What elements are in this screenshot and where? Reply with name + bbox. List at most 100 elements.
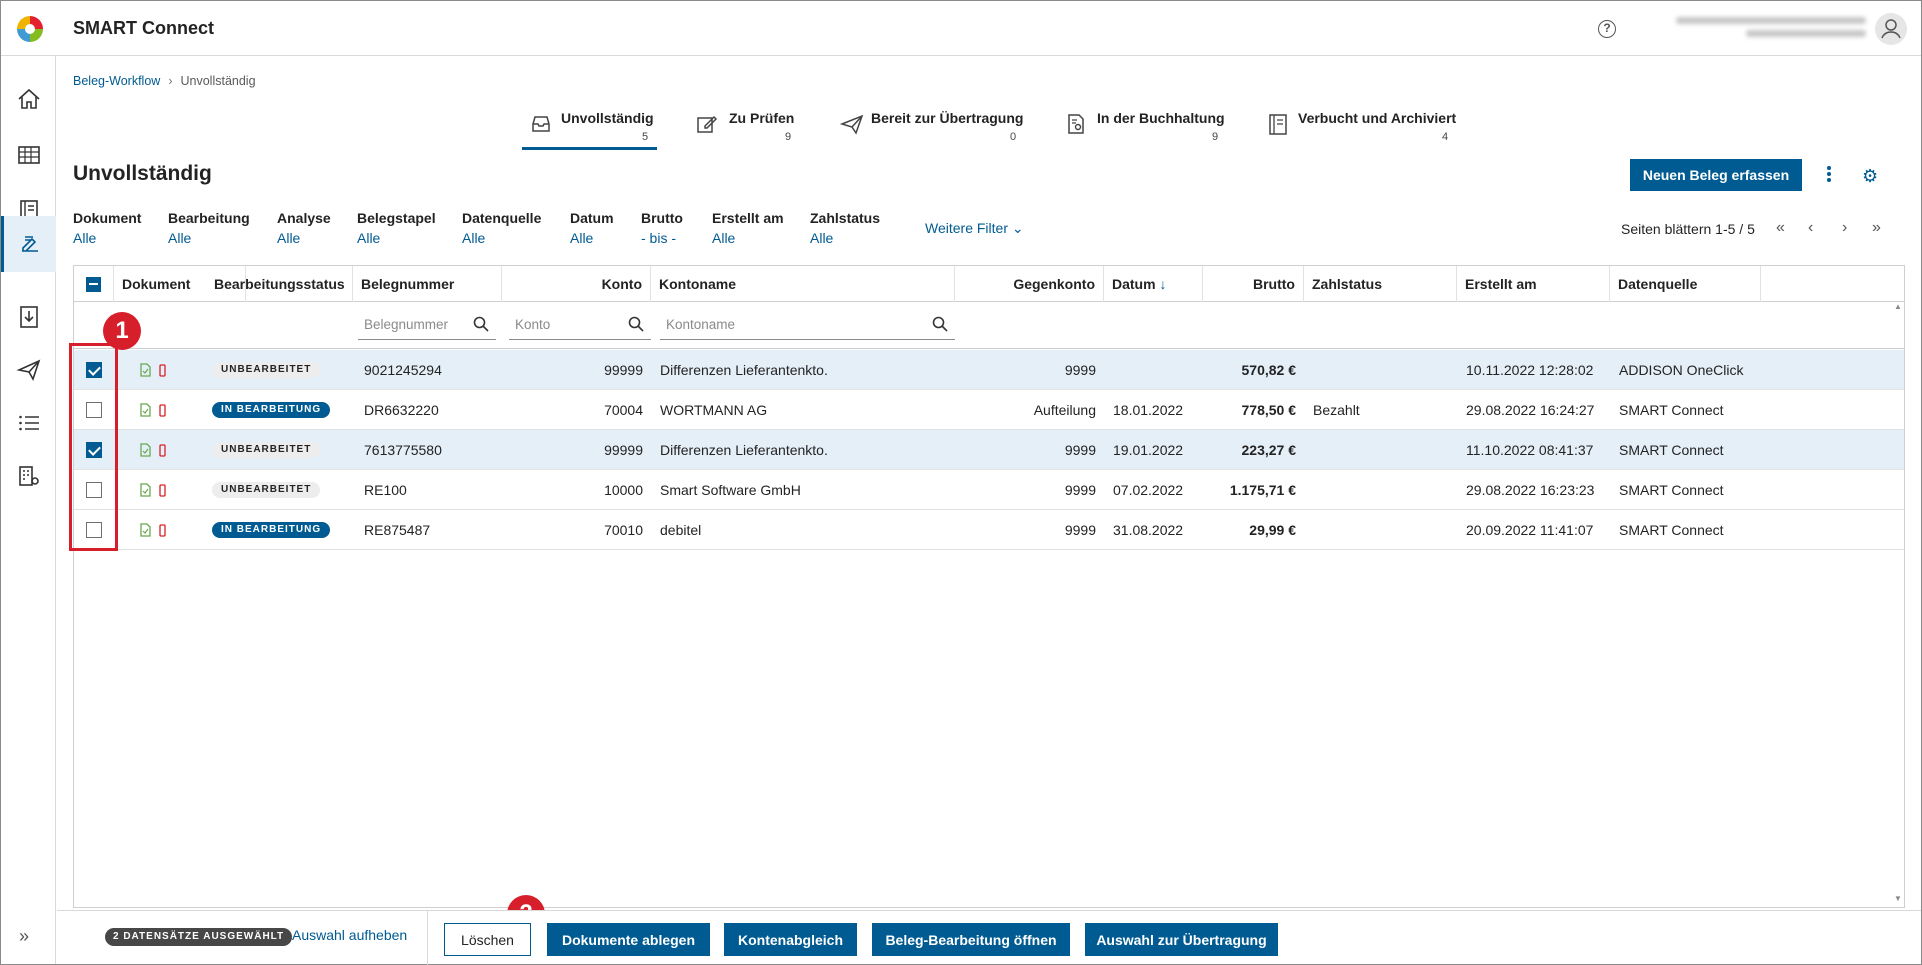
filter-erstellt-am[interactable]: Erstellt am Alle: [712, 210, 784, 246]
filter-brutto[interactable]: Brutto - bis -: [641, 210, 683, 246]
help-icon[interactable]: ?: [1598, 20, 1616, 38]
filter-dokument[interactable]: Dokument Alle: [73, 210, 141, 246]
filter-belegstapel[interactable]: Belegstapel Alle: [357, 210, 436, 246]
breadcrumb-root[interactable]: Beleg-Workflow: [73, 74, 160, 88]
col-brutto[interactable]: Brutto: [1203, 266, 1304, 302]
nav-table[interactable]: [1, 127, 56, 183]
tab-zu-pruefen[interactable]: Zu Prüfen 9: [695, 106, 795, 150]
clear-selection-link[interactable]: Auswahl aufheben: [292, 927, 407, 943]
filter-datenquelle[interactable]: Datenquelle Alle: [462, 210, 541, 246]
last-page-icon[interactable]: »: [1872, 219, 1881, 237]
search-icon[interactable]: [931, 315, 949, 333]
kontoname-search[interactable]: [660, 310, 955, 340]
scroll-down-icon[interactable]: ▼: [1894, 894, 1902, 903]
filter-datum[interactable]: Datum Alle: [570, 210, 614, 246]
col-belegnummer[interactable]: Belegnummer: [353, 266, 502, 302]
filter-bearbeitung[interactable]: Bearbeitung Alle: [168, 210, 250, 246]
table-row[interactable]: UNBEARBEITET 9021245294 99999 Differenze…: [74, 350, 1904, 390]
nav-home[interactable]: [1, 71, 56, 127]
filter-analyse[interactable]: Analyse Alle: [277, 210, 331, 246]
col-zahlstatus[interactable]: Zahlstatus: [1304, 266, 1457, 302]
tab-bereit-zur-uebertragung[interactable]: Bereit zur Übertragung 0: [840, 106, 1023, 150]
cell-gegenkonto: 9999: [1064, 482, 1096, 498]
gear-icon[interactable]: ⚙: [1862, 166, 1878, 187]
table-row[interactable]: IN BEARBEITUNG RE875487 70010 debitel 99…: [74, 510, 1904, 550]
cell-erstellt-am: 20.09.2022 11:41:07: [1466, 522, 1594, 538]
konto-search[interactable]: [509, 310, 651, 340]
filter-value[interactable]: Alle: [810, 230, 880, 246]
cell-gegenkonto: 9999: [1064, 522, 1096, 538]
cell-datenquelle: SMART Connect: [1619, 522, 1724, 538]
col-bearbeitungsstatus[interactable]: Bearbeitungsstatus: [206, 266, 353, 302]
nav-import[interactable]: [1, 289, 56, 345]
status-badge: UNBEARBEITET: [212, 442, 321, 458]
search-icon[interactable]: [472, 315, 490, 333]
account-reconciliation-button[interactable]: Kontenabgleich: [724, 923, 857, 956]
filter-value[interactable]: Alle: [168, 230, 250, 246]
pager-text: Seiten blättern 1-5 / 5: [1621, 221, 1755, 237]
more-options-icon[interactable]: [1824, 164, 1834, 186]
paper-plane-icon: [15, 359, 40, 381]
col-datenquelle[interactable]: Datenquelle: [1610, 266, 1761, 302]
tab-unvollstaendig[interactable]: Unvollständig 5: [522, 106, 657, 150]
col-gegenkonto[interactable]: Gegenkonto: [955, 266, 1104, 302]
col-kontoname[interactable]: Kontoname: [651, 266, 955, 302]
table-row[interactable]: UNBEARBEITET 7613775580 99999 Differenze…: [74, 430, 1904, 470]
next-page-icon[interactable]: ›: [1842, 219, 1847, 237]
expand-nav-icon[interactable]: »: [19, 926, 29, 947]
prev-page-icon[interactable]: ‹: [1808, 219, 1813, 237]
kontoname-search-input[interactable]: [660, 310, 955, 338]
tab-verbucht-und-archiviert[interactable]: Verbucht und Archiviert 4: [1266, 106, 1456, 150]
table-grid-icon: [17, 146, 40, 164]
cell-datum: 07.02.2022: [1113, 482, 1184, 498]
cell-datum: 19.01.2022: [1113, 442, 1184, 458]
delete-button[interactable]: Löschen: [444, 923, 531, 956]
cell-datenquelle: SMART Connect: [1619, 442, 1724, 458]
table-row[interactable]: UNBEARBEITET RE100 10000 Smart Software …: [74, 470, 1904, 510]
document-stack-icon: [22, 236, 38, 252]
filter-value[interactable]: Alle: [73, 230, 141, 246]
inbox-icon: [532, 116, 550, 132]
filter-value[interactable]: Alle: [277, 230, 331, 246]
filter-value[interactable]: - bis -: [641, 230, 683, 246]
col-erstellt-am[interactable]: Erstellt am: [1457, 266, 1610, 302]
nav-settings[interactable]: [1, 448, 56, 504]
belegnummer-search[interactable]: [358, 310, 496, 340]
cell-erstellt-am: 29.08.2022 16:23:23: [1466, 482, 1595, 498]
filter-value[interactable]: Alle: [462, 230, 541, 246]
search-icon[interactable]: [627, 315, 645, 333]
more-filters-toggle[interactable]: Weitere Filter ⌄: [925, 220, 1024, 237]
filter-value[interactable]: Alle: [570, 230, 614, 246]
cell-erstellt-am: 29.08.2022 16:24:27: [1466, 402, 1595, 418]
open-document-editing-button[interactable]: Beleg-Bearbeitung öffnen: [872, 923, 1070, 956]
tab-in-der-buchhaltung[interactable]: In der Buchhaltung 9: [1064, 106, 1225, 150]
table-row[interactable]: IN BEARBEITUNG DR6632220 70004 WORTMANN …: [74, 390, 1904, 430]
cell-kontoname: debitel: [660, 522, 702, 538]
nav-list[interactable]: [1, 395, 56, 451]
list-icon: [18, 415, 39, 431]
document-icons: [139, 363, 169, 380]
scroll-up-icon[interactable]: ▲: [1894, 302, 1902, 311]
col-datum[interactable]: Datum ↓: [1104, 266, 1203, 302]
transfer-selection-button[interactable]: Auswahl zur Übertragung: [1085, 923, 1278, 956]
filter-zahlstatus[interactable]: Zahlstatus Alle: [810, 210, 880, 246]
cell-gegenkonto: 9999: [1064, 442, 1096, 458]
select-all-checkbox[interactable]: [86, 277, 101, 292]
avatar[interactable]: [1875, 13, 1907, 45]
cell-belegnummer: RE875487: [364, 522, 431, 538]
col-konto[interactable]: Konto: [502, 266, 651, 302]
tab-label: In der Buchhaltung: [1097, 110, 1225, 126]
file-documents-button[interactable]: Dokumente ablegen: [547, 923, 710, 956]
first-page-icon[interactable]: «: [1776, 219, 1785, 237]
filter-label: Bearbeitung: [168, 210, 250, 226]
edit-icon: [697, 115, 718, 133]
filter-value[interactable]: Alle: [712, 230, 784, 246]
nav-workflow[interactable]: [1, 216, 56, 272]
vertical-scrollbar[interactable]: ▲ ▼: [1893, 302, 1903, 906]
new-document-button[interactable]: Neuen Beleg erfassen: [1630, 159, 1802, 191]
cell-brutto: 570,82 €: [1241, 362, 1297, 378]
filter-value[interactable]: Alle: [357, 230, 436, 246]
divider: [427, 911, 428, 965]
breadcrumb: Beleg-Workflow › Unvollständig: [73, 74, 256, 88]
nav-send[interactable]: [1, 342, 56, 398]
